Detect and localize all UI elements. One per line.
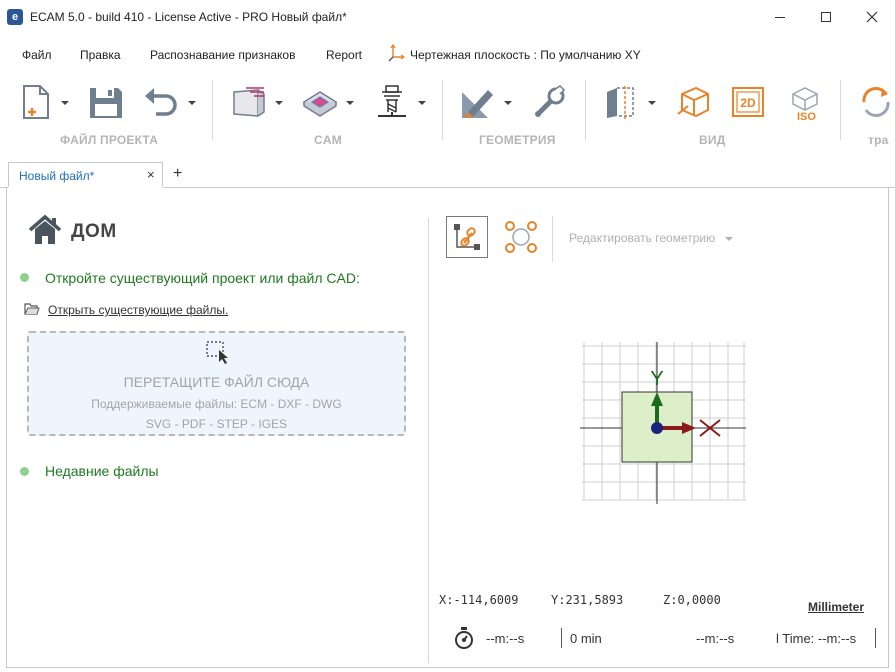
save-icon[interactable] (86, 82, 126, 122)
drag-drop-icon (206, 341, 228, 364)
supported-formats-line1: Поддерживаемые файлы: ECM - DXF - DWG (91, 397, 342, 411)
timer-elapsed: --m:--s (486, 631, 525, 646)
tool-icon[interactable] (372, 82, 412, 122)
panel-divider (428, 218, 429, 663)
2d-view-icon[interactable]: 2D (728, 82, 768, 122)
group-label-cam: CAM (314, 133, 342, 147)
geometry-dropdown-icon[interactable] (504, 101, 512, 105)
section-view-icon[interactable] (603, 82, 643, 122)
add-tab-button[interactable]: + (173, 165, 182, 183)
iso-view-icon[interactable]: ISO (785, 82, 825, 122)
open-folder-icon (24, 303, 40, 315)
status-dot (20, 273, 29, 282)
ribbon-toolbar: ФАЙЛ ПРОЕКТА CAM ГЕОМЕТРИЯ 2D ISO ВИД тр… (0, 74, 895, 154)
coord-z: Z:0,0000 (663, 593, 721, 607)
origin-point (651, 422, 663, 434)
coord-x: X:-114,6009 (439, 593, 519, 607)
pencil-ruler-icon[interactable] (458, 82, 498, 122)
maximize-icon (821, 12, 831, 22)
close-icon (866, 11, 878, 23)
status-dot (20, 467, 29, 476)
edit-geometry-dropdown[interactable]: Редактировать геометрию (569, 231, 715, 245)
link-geometry-button[interactable] (446, 216, 488, 258)
section-dropdown-icon[interactable] (648, 101, 656, 105)
close-button[interactable] (849, 0, 895, 34)
total-time: l Time: --m:--s (776, 631, 857, 646)
units-link[interactable]: Millimeter (808, 600, 864, 614)
menu-file[interactable]: Файл (22, 48, 52, 62)
menu-report[interactable]: Report (326, 48, 362, 62)
undo-icon[interactable] (142, 82, 182, 122)
open-project-heading: Откройте существующий проект или файл CA… (45, 270, 360, 286)
status-separator (875, 628, 876, 648)
group-label-transform: тра (868, 133, 889, 147)
toolbar-separator (552, 216, 553, 262)
tab-new-file[interactable]: Новый файл* × (8, 162, 163, 188)
app-logo-icon: e (7, 9, 23, 25)
transform-icon[interactable] (856, 82, 895, 122)
ribbon-separator (840, 80, 841, 140)
ribbon-separator (442, 80, 443, 140)
2d-view-label: 2D (740, 96, 756, 110)
pocket-icon[interactable] (300, 82, 340, 122)
minimize-button[interactable] (757, 0, 803, 34)
title-bar: e ECAM 5.0 - build 410 - License Active … (0, 0, 895, 36)
wrench-icon[interactable] (530, 82, 570, 122)
status-separator (561, 628, 562, 648)
home-title: ДОМ (71, 221, 117, 242)
menu-feature-recognition[interactable]: Распознавание признаков (150, 48, 295, 62)
menu-edit[interactable]: Правка (80, 48, 121, 62)
new-file-dropdown-icon[interactable] (61, 101, 69, 105)
maximize-button[interactable] (803, 0, 849, 34)
recent-files-heading: Недавние файлы (45, 463, 159, 479)
open-existing-files-link[interactable]: Открыть существующие файлы. (48, 303, 228, 317)
3d-view-icon[interactable] (674, 82, 714, 122)
iso-view-label: ISO (797, 111, 816, 122)
window-title: ECAM 5.0 - build 410 - License Active - … (30, 10, 347, 24)
axis-y-label: Y (650, 368, 663, 390)
menu-bar: Файл Правка Распознавание признаков Repo… (0, 40, 895, 70)
group-label-geometry: ГЕОМЕТРИЯ (479, 133, 556, 147)
coord-y: Y:231,5893 (551, 593, 624, 607)
menu-drawing-plane[interactable]: Чертежная плоскость : По умолчанию XY (410, 48, 641, 62)
tab-label: Новый файл* (19, 169, 95, 183)
document-tab-strip: Новый файл* × + (0, 162, 895, 188)
chevron-down-icon[interactable] (725, 237, 733, 241)
stopwatch-icon (455, 627, 473, 649)
minimize-icon (775, 17, 785, 18)
points-circle-icon (505, 221, 537, 253)
stock-icon[interactable] (228, 82, 268, 122)
undo-dropdown-icon[interactable] (188, 101, 196, 105)
link-geometry-icon (454, 224, 480, 250)
drop-zone-title: ПЕРЕТАЩИТЕ ФАЙЛ СЮДА (123, 374, 310, 390)
drawing-plane-icon (388, 44, 405, 62)
group-label-project-file: ФАЙЛ ПРОЕКТА (60, 133, 159, 147)
stock-dropdown-icon[interactable] (275, 101, 283, 105)
group-label-view: ВИД (699, 133, 726, 147)
cad-viewport[interactable]: Y (578, 340, 746, 504)
supported-formats-line2: SVG - PDF - STEP - IGES (145, 417, 288, 431)
tool-dropdown-icon[interactable] (418, 101, 426, 105)
total-minutes: 0 min (570, 631, 602, 646)
ribbon-separator (585, 80, 586, 140)
file-drop-zone[interactable]: ПЕРЕТАЩИТЕ ФАЙЛ СЮДА Поддерживаемые файл… (27, 331, 406, 436)
home-icon (28, 214, 62, 244)
pocket-dropdown-icon[interactable] (346, 101, 354, 105)
timer-remaining: --m:--s (696, 631, 735, 646)
ribbon-separator (212, 80, 213, 140)
new-file-icon[interactable] (16, 82, 56, 122)
point-selection-button[interactable] (500, 216, 542, 258)
tab-close-icon[interactable]: × (147, 167, 155, 182)
